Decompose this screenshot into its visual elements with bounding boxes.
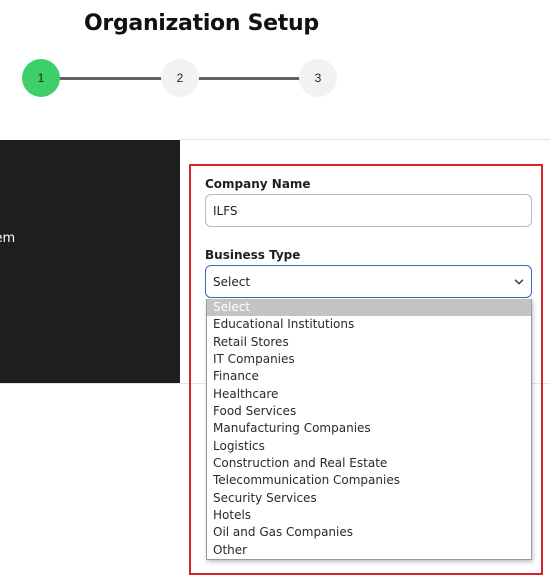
dropdown-option[interactable]: Logistics xyxy=(207,438,531,455)
step-connector xyxy=(58,77,164,80)
info-side-panel: up set up e system xyxy=(0,140,180,383)
selected-value: Select xyxy=(213,274,251,289)
side-panel-description: set up e system xyxy=(0,206,15,250)
divider xyxy=(180,139,550,140)
description-line: set up xyxy=(0,206,15,228)
chevron-down-icon xyxy=(514,278,524,284)
dropdown-option[interactable]: Telecommunication Companies xyxy=(207,472,531,489)
dropdown-option[interactable]: Healthcare xyxy=(207,386,531,403)
company-name-label: Company Name xyxy=(205,177,311,191)
page-title: Organization Setup xyxy=(84,11,319,36)
dropdown-option[interactable]: Construction and Real Estate xyxy=(207,455,531,472)
business-type-options: Select Educational Institutions Retail Sto… xyxy=(206,299,532,560)
progress-stepper: 1 2 3 xyxy=(0,58,550,100)
dropdown-option[interactable]: Educational Institutions xyxy=(207,316,531,333)
dropdown-option[interactable]: IT Companies xyxy=(207,351,531,368)
business-type-select[interactable]: Select xyxy=(205,265,532,298)
step-number: 1 xyxy=(37,71,45,85)
step-3[interactable]: 3 xyxy=(299,59,337,97)
dropdown-option[interactable]: Food Services xyxy=(207,403,531,420)
dropdown-option[interactable]: Oil and Gas Companies xyxy=(207,524,531,541)
business-type-label: Business Type xyxy=(205,248,301,262)
dropdown-option[interactable]: Manufacturing Companies xyxy=(207,420,531,437)
dropdown-option[interactable]: Security Services xyxy=(207,490,531,507)
step-number: 3 xyxy=(314,71,322,85)
dropdown-option[interactable]: Hotels xyxy=(207,507,531,524)
dropdown-option[interactable]: Finance xyxy=(207,368,531,385)
dropdown-option[interactable]: Retail Stores xyxy=(207,334,531,351)
step-connector xyxy=(196,77,302,80)
dropdown-option[interactable]: Other xyxy=(207,542,531,559)
step-1[interactable]: 1 xyxy=(22,59,60,97)
step-number: 2 xyxy=(176,71,184,85)
step-2[interactable]: 2 xyxy=(161,59,199,97)
company-name-input[interactable] xyxy=(205,194,532,227)
description-line: e system xyxy=(0,231,16,246)
dropdown-option[interactable]: Select xyxy=(207,299,531,317)
